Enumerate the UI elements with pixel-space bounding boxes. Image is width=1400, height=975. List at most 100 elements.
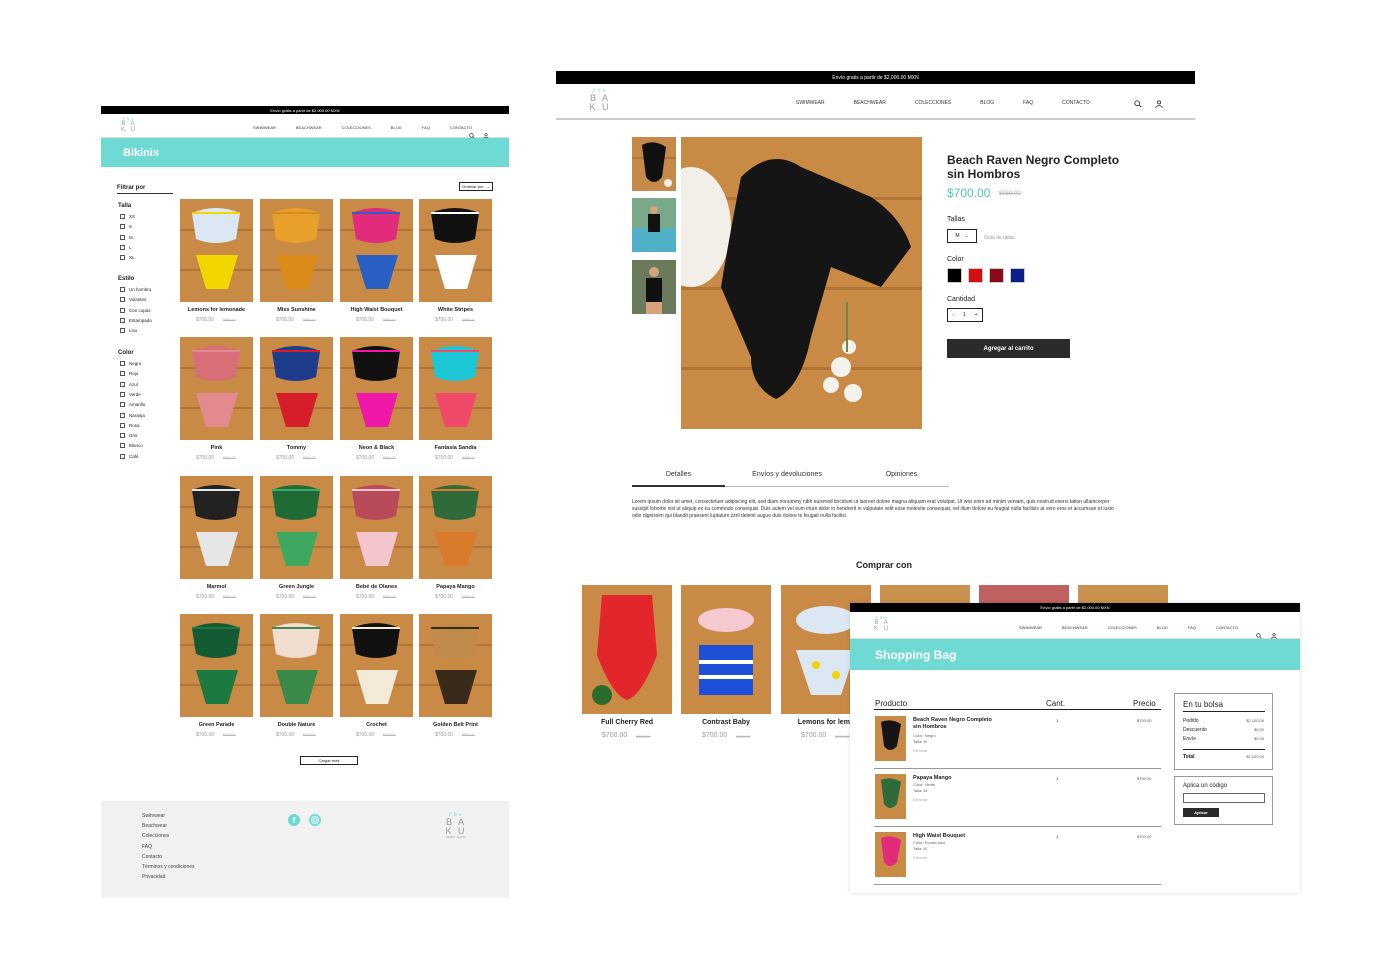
product-card[interactable] bbox=[260, 199, 333, 302]
product-name[interactable]: Papaya Mango bbox=[415, 584, 496, 590]
related-name-2[interactable]: Contrast Baby bbox=[681, 719, 771, 726]
nav-swimwear[interactable]: SWIMWEAR bbox=[1019, 625, 1042, 630]
footer-link[interactable]: Swimwear bbox=[142, 813, 165, 819]
nav-beachwear[interactable]: BEACHWEAR bbox=[1062, 625, 1088, 630]
tab-envios[interactable]: Envíos y devoluciones bbox=[732, 471, 842, 478]
product-card[interactable] bbox=[419, 199, 492, 302]
nav-beachwear[interactable]: BEACHWEAR bbox=[854, 100, 886, 106]
product-name[interactable]: Neon & Black bbox=[336, 445, 417, 451]
related-product-4[interactable] bbox=[880, 585, 970, 605]
qty-plus-button[interactable]: + bbox=[975, 312, 978, 318]
related-product-1[interactable] bbox=[582, 585, 672, 714]
product-card[interactable] bbox=[180, 476, 253, 579]
apply-coupon-button[interactable]: Aplicar bbox=[1183, 808, 1219, 817]
cart-item-remove[interactable]: Eliminar bbox=[913, 748, 927, 753]
product-name[interactable]: Pink bbox=[176, 445, 257, 451]
footer-link[interactable]: Beachwear bbox=[142, 823, 167, 829]
footer-link[interactable]: FAQ bbox=[142, 844, 152, 850]
product-name[interactable]: Crochet bbox=[336, 722, 417, 728]
product-name[interactable]: Marmol bbox=[176, 584, 257, 590]
product-name[interactable]: White Stripes bbox=[415, 307, 496, 313]
color-swatch[interactable] bbox=[947, 268, 962, 283]
cart-item-remove[interactable]: Eliminar bbox=[913, 797, 927, 802]
tab-detalles[interactable]: Detalles bbox=[632, 471, 725, 487]
nav-contacto[interactable]: CONTACTO bbox=[1216, 625, 1238, 630]
product-name[interactable]: Lemons for lemonade bbox=[176, 307, 257, 313]
summary-row-value: $2,100.00 bbox=[1246, 718, 1264, 723]
thumbnail-2[interactable] bbox=[632, 198, 676, 252]
cart-row-divider bbox=[874, 826, 1161, 827]
add-to-cart-button[interactable]: Agregar al carrito bbox=[947, 339, 1070, 358]
product-card[interactable] bbox=[180, 614, 253, 717]
footer-link[interactable]: Términos y condiciones bbox=[142, 864, 195, 870]
user-icon[interactable] bbox=[1155, 100, 1163, 108]
product-card[interactable] bbox=[340, 614, 413, 717]
nav-swimwear[interactable]: SWIMWEAR bbox=[796, 100, 825, 106]
cart-item-qty[interactable]: 1 bbox=[1056, 718, 1058, 723]
color-swatch[interactable] bbox=[989, 268, 1004, 283]
qty-minus-button[interactable]: - bbox=[952, 312, 954, 318]
thumbnail-3[interactable] bbox=[632, 260, 676, 314]
product-card[interactable] bbox=[340, 476, 413, 579]
product-old-price: $959.00 bbox=[383, 733, 396, 737]
nav-faq[interactable]: FAQ bbox=[1023, 100, 1033, 106]
product-name[interactable]: Golden Belt Print bbox=[415, 722, 496, 728]
cart-item-remove[interactable]: Eliminar bbox=[913, 855, 927, 860]
product-name[interactable]: Miss Sunshine bbox=[256, 307, 337, 313]
product-card[interactable] bbox=[180, 337, 253, 440]
nav-blog[interactable]: BLOG bbox=[1157, 625, 1168, 630]
nav-blog[interactable]: BLOG bbox=[980, 100, 994, 106]
cart-item-qty[interactable]: 1 bbox=[1056, 776, 1058, 781]
product-card[interactable] bbox=[180, 199, 253, 302]
product-name[interactable]: Green Jungle bbox=[256, 584, 337, 590]
product-card[interactable] bbox=[419, 614, 492, 717]
color-swatch[interactable] bbox=[1010, 268, 1025, 283]
product-card[interactable] bbox=[419, 337, 492, 440]
related-product-6[interactable] bbox=[1078, 585, 1168, 605]
product-card[interactable] bbox=[260, 337, 333, 440]
product-name[interactable]: Fantasía Sandía bbox=[415, 445, 496, 451]
related-product-5[interactable] bbox=[979, 585, 1069, 605]
product-card[interactable] bbox=[260, 476, 333, 579]
instagram-icon[interactable] bbox=[309, 814, 321, 826]
qty-value[interactable]: 1 bbox=[963, 312, 966, 318]
footer-link[interactable]: Privacidad bbox=[142, 874, 165, 880]
cart-item-color: Color: Verde bbox=[913, 782, 936, 787]
product-photo bbox=[340, 199, 413, 302]
product-logo[interactable]: The B A K U bbox=[589, 89, 611, 112]
product-card[interactable] bbox=[340, 337, 413, 440]
product-name[interactable]: Tommy bbox=[256, 445, 337, 451]
order-summary: En tu bolsa Pedido $2,100.00 Descuento $0.0… bbox=[1174, 693, 1273, 770]
nav-colecciones[interactable]: COLECCIONES bbox=[915, 100, 951, 106]
size-select[interactable]: M ⌄ bbox=[947, 229, 977, 243]
summary-row-label: Pedido bbox=[1183, 718, 1199, 724]
nav-faq[interactable]: FAQ bbox=[1188, 625, 1196, 630]
product-card[interactable] bbox=[419, 476, 492, 579]
thumbnail-1[interactable] bbox=[632, 137, 676, 191]
cart-logo[interactable]: The B A K U bbox=[872, 616, 892, 633]
product-card[interactable] bbox=[260, 614, 333, 717]
product-nav-links: SWIMWEAR BEACHWEAR COLECCIONES BLOG FAQ … bbox=[796, 100, 1090, 106]
color-swatch[interactable] bbox=[968, 268, 983, 283]
product-name[interactable]: Bebé de Olanes bbox=[336, 584, 417, 590]
size-guide-link[interactable]: Guía de tallas bbox=[984, 235, 1015, 241]
tab-opiniones[interactable]: Opiniones bbox=[854, 471, 949, 478]
product-photo bbox=[180, 199, 253, 302]
quantity-stepper[interactable]: - 1 + bbox=[947, 308, 983, 322]
nav-contacto[interactable]: CONTACTO bbox=[1062, 100, 1090, 106]
product-name[interactable]: Green Parade bbox=[176, 722, 257, 728]
footer-link[interactable]: Colecciones bbox=[142, 833, 169, 839]
search-icon[interactable] bbox=[1134, 100, 1142, 108]
load-more-button[interactable]: Cargar más bbox=[300, 756, 358, 765]
nav-colecciones[interactable]: COLECCIONES bbox=[1108, 625, 1137, 630]
cart-item-qty[interactable]: 1 bbox=[1056, 834, 1058, 839]
product-card[interactable] bbox=[340, 199, 413, 302]
product-name[interactable]: High Waist Bouquet bbox=[336, 307, 417, 313]
product-name[interactable]: Double Nature bbox=[256, 722, 337, 728]
facebook-icon[interactable]: f bbox=[288, 814, 300, 826]
coupon-input[interactable] bbox=[1183, 793, 1265, 803]
footer-link[interactable]: Contacto bbox=[142, 854, 162, 860]
main-product-image bbox=[681, 137, 922, 429]
related-name-1[interactable]: Full Cherry Red bbox=[582, 719, 672, 726]
related-product-2[interactable] bbox=[681, 585, 771, 714]
